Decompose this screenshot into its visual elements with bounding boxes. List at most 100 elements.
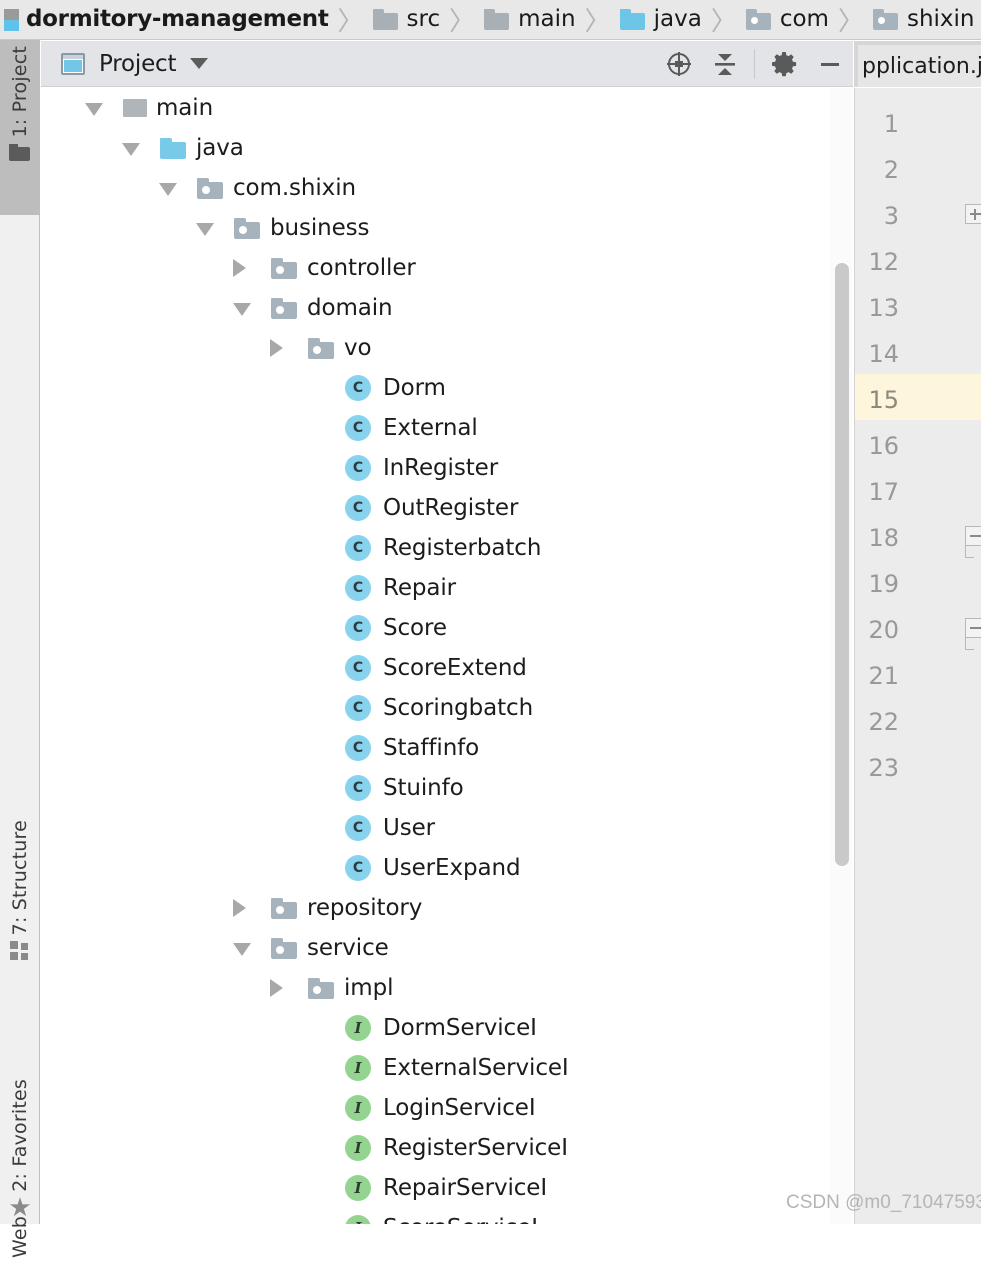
line-number: 14 — [868, 340, 899, 368]
source-folder-icon — [160, 137, 187, 159]
class-icon: C — [345, 535, 371, 561]
fold-region-arm — [965, 638, 981, 650]
tree-node-label: Stuinfo — [383, 775, 464, 801]
tree-node-scoringbatch[interactable]: C Scoringbatch — [41, 688, 830, 728]
tree-node-label: vo — [344, 335, 372, 361]
sidebar-item-project[interactable]: 1: Project — [0, 40, 40, 215]
breadcrumb-item-java[interactable]: java — [619, 8, 702, 31]
tree-node-repairservicei[interactable]: I RepairServiceI — [41, 1168, 830, 1208]
tree-node-impl[interactable]: impl — [41, 968, 830, 1008]
breadcrumb-item-dormitory-management[interactable]: dormitory-management — [4, 8, 329, 31]
chevron-down-icon[interactable] — [233, 943, 251, 956]
sidebar-item-web[interactable]: Web — [0, 1180, 40, 1264]
tree-node-main[interactable]: main — [41, 88, 830, 128]
gear-icon — [772, 51, 797, 76]
fold-expand-icon[interactable] — [965, 204, 981, 224]
tree-node-label: impl — [344, 975, 394, 1001]
toolbar-divider — [754, 48, 755, 79]
project-tool-window: Project main java com.shixin business co… — [41, 41, 853, 1224]
class-icon: C — [345, 775, 371, 801]
line-number: 15 — [868, 386, 899, 414]
tree-node-dorm[interactable]: C Dorm — [41, 368, 830, 408]
interface-icon: I — [345, 1055, 371, 1081]
chevron-right-icon[interactable] — [270, 979, 283, 997]
fold-collapse-icon[interactable] — [965, 618, 981, 638]
package-icon — [271, 257, 298, 279]
editor-gutter[interactable]: 1 2 3 12 13 14 15 16 17 18 19 20 21 22 23 — [854, 88, 981, 1224]
chevron-down-icon[interactable] — [196, 223, 214, 236]
project-panel-header: Project — [41, 41, 853, 87]
scroll-from-source-button[interactable] — [656, 41, 702, 87]
structure-icon — [10, 941, 30, 961]
tree-node-repair[interactable]: C Repair — [41, 568, 830, 608]
tree-node-score[interactable]: C Score — [41, 608, 830, 648]
package-icon — [308, 337, 335, 359]
line-number: 22 — [868, 708, 899, 736]
tree-node-inregister[interactable]: C InRegister — [41, 448, 830, 488]
collapse-all-button[interactable] — [702, 41, 748, 87]
folder-icon — [484, 9, 510, 30]
tree-node-userexpand[interactable]: C UserExpand — [41, 848, 830, 888]
chevron-down-icon[interactable] — [85, 103, 103, 116]
breadcrumb-item-label: shixin — [906, 6, 975, 32]
editor-tab[interactable]: pplication.ja — [858, 45, 981, 87]
breadcrumb-item-main[interactable]: main — [484, 6, 576, 32]
tree-node-business[interactable]: business — [41, 208, 830, 248]
tree-node-java[interactable]: java — [41, 128, 830, 168]
panel-title: Project — [99, 50, 177, 77]
tree-node-user[interactable]: C User — [41, 808, 830, 848]
tree-node-label: main — [156, 95, 214, 121]
line-number: 21 — [868, 662, 899, 690]
settings-button[interactable] — [761, 41, 807, 87]
tree-node-scoreservicei[interactable]: I ScoreServiceI — [41, 1208, 830, 1224]
tree-node-label: java — [196, 135, 244, 161]
hide-button[interactable] — [807, 41, 853, 87]
crosshair-icon — [667, 51, 691, 76]
chevron-down-icon[interactable] — [233, 303, 251, 316]
fold-collapse-icon[interactable] — [965, 526, 981, 546]
breadcrumb-separator: 〉 — [837, 7, 864, 37]
tree-scrollbar-thumb[interactable] — [835, 263, 849, 866]
tree-node-staffinfo[interactable]: C Staffinfo — [41, 728, 830, 768]
project-tree[interactable]: main java com.shixin business controller doma… — [41, 88, 853, 1224]
class-icon: C — [345, 375, 371, 401]
breadcrumb-item-label: main — [518, 6, 576, 32]
tree-node-registerbatch[interactable]: C Registerbatch — [41, 528, 830, 568]
tree-node-service[interactable]: service — [41, 928, 830, 968]
breadcrumb-item-shixin[interactable]: shixin — [872, 6, 975, 32]
breadcrumb-item-com[interactable]: com — [745, 8, 829, 31]
chevron-down-icon[interactable] — [122, 143, 140, 156]
tree-node-vo[interactable]: vo — [41, 328, 830, 368]
tool-window-rail: 1: Project 7: Structure ★ 2: Favorites W… — [0, 40, 40, 1258]
tree-node-com-shixin[interactable]: com.shixin — [41, 168, 830, 208]
tree-node-loginservicei[interactable]: I LoginServiceI — [41, 1088, 830, 1128]
sidebar-item-structure[interactable]: 7: Structure — [0, 775, 40, 965]
chevron-right-icon[interactable] — [233, 899, 246, 917]
breadcrumb-separator: 〉 — [337, 7, 364, 37]
breadcrumb-item-src[interactable]: src — [372, 8, 440, 31]
tree-node-stuinfo[interactable]: C Stuinfo — [41, 768, 830, 808]
tree-node-external[interactable]: C External — [41, 408, 830, 448]
folder-icon — [372, 9, 399, 30]
chevron-down-icon[interactable] — [159, 183, 177, 196]
tree-node-domain[interactable]: domain — [41, 288, 830, 328]
tree-node-label: Score — [383, 615, 447, 641]
tree-node-outregister[interactable]: C OutRegister — [41, 488, 830, 528]
editor-tab-bar: pplication.ja — [854, 41, 981, 87]
tree-node-dormservicei[interactable]: I DormServiceI — [41, 1008, 830, 1048]
chevron-down-icon[interactable] — [190, 58, 209, 69]
tree-node-repository[interactable]: repository — [41, 888, 830, 928]
tree-node-controller[interactable]: controller — [41, 248, 830, 288]
chevron-right-icon[interactable] — [270, 339, 283, 357]
class-icon: C — [345, 815, 371, 841]
tree-node-externalservicei[interactable]: I ExternalServiceI — [41, 1048, 830, 1088]
chevron-right-icon[interactable] — [233, 259, 246, 277]
package-icon — [197, 177, 224, 199]
class-icon: C — [345, 615, 371, 641]
fold-region-arm — [965, 546, 981, 558]
tree-node-label: controller — [307, 255, 416, 281]
editor-tab-label: pplication.ja — [862, 53, 981, 79]
interface-icon: I — [345, 1015, 371, 1041]
tree-node-registerservicei[interactable]: I RegisterServiceI — [41, 1128, 830, 1168]
tree-node-scoreextend[interactable]: C ScoreExtend — [41, 648, 830, 688]
